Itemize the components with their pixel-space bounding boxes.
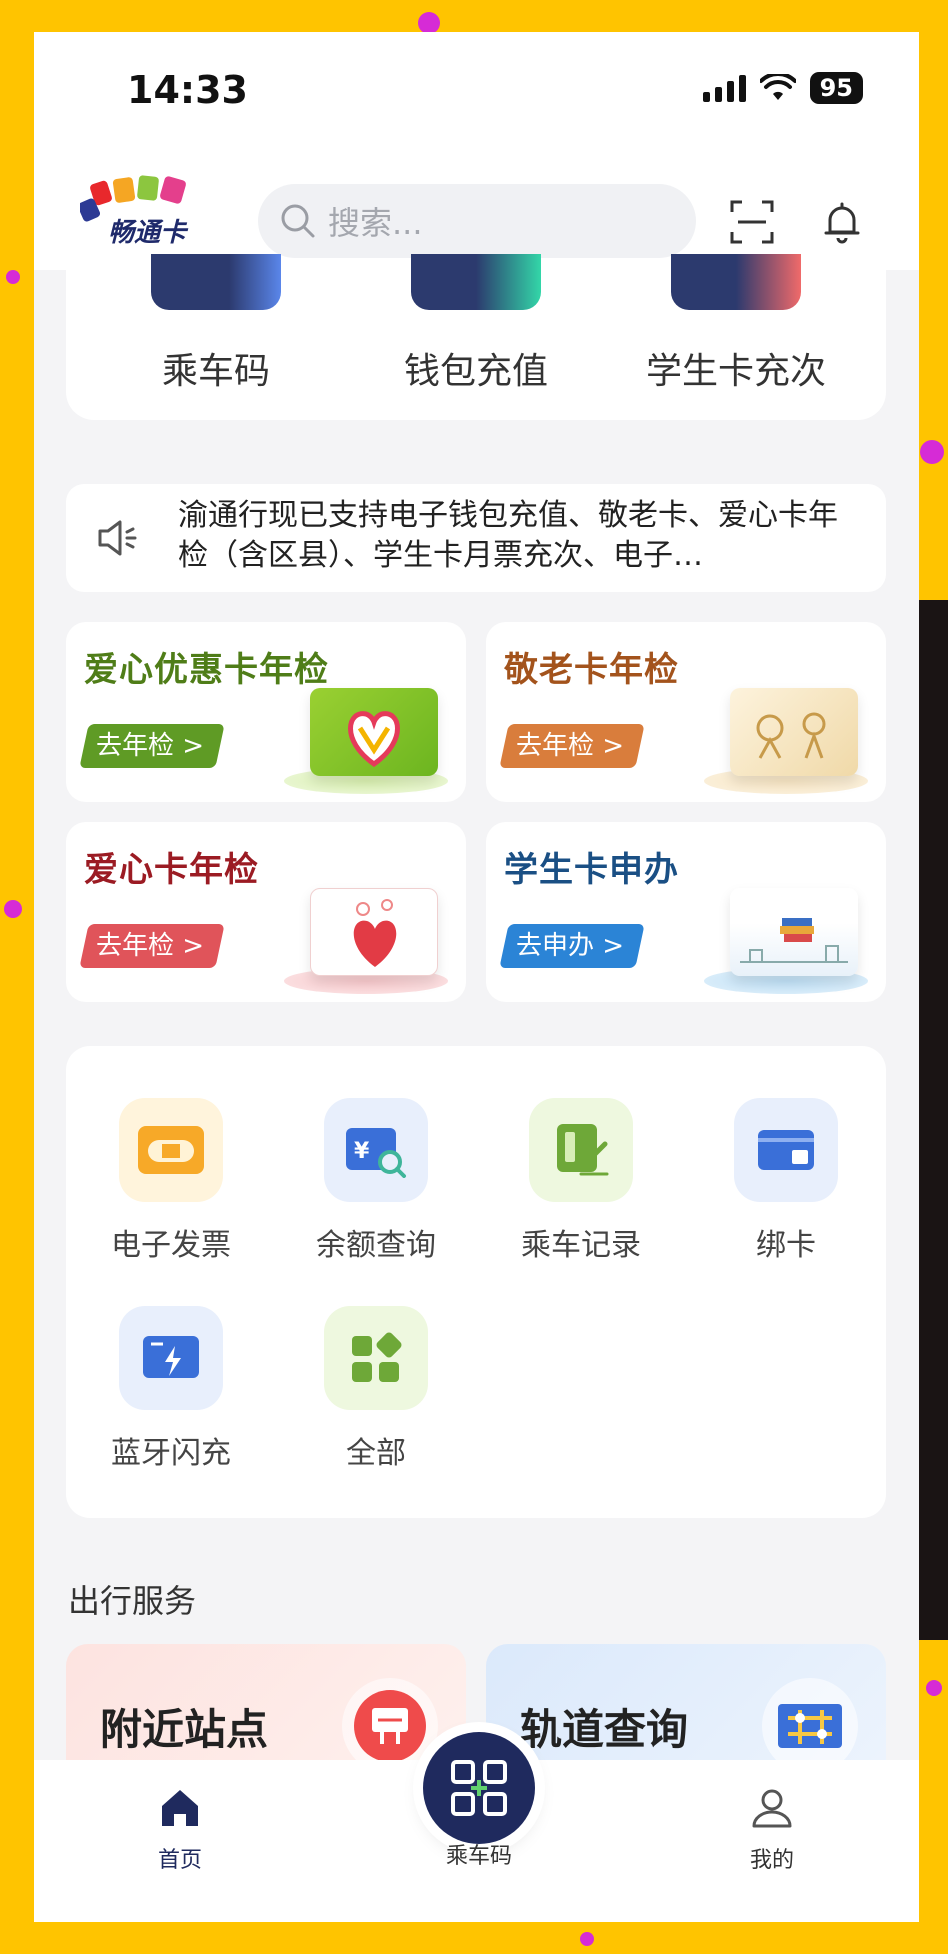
student-card-image [730, 888, 858, 976]
tab-label: 我的 [749, 1848, 794, 1873]
service-e-invoice[interactable]: 电子发票 [71, 1098, 271, 1264]
notice-text: 渝通行现已支持电子钱包充值、敬老卡、爱心卡年检（含区县）、学生卡月票充次、电子… [178, 498, 838, 573]
quick-action-label: 乘车码 [161, 351, 270, 392]
service-balance-query[interactable]: ¥ 余额查询 [276, 1098, 476, 1264]
background-dot [926, 1680, 942, 1696]
ride-code-fab-button[interactable] [423, 1732, 535, 1844]
service-all[interactable]: 全部 [276, 1306, 476, 1472]
background-dot [6, 270, 20, 284]
logo-text: 畅通卡 [108, 218, 187, 248]
cellular-signal-icon [702, 74, 746, 102]
services-grid: 电子发票 ¥ 余额查询 乘车记录 绑卡 蓝牙闪充 全部 [66, 1046, 886, 1518]
promo-love-card-annual-check[interactable]: 爱心卡年检 去年检 > [66, 822, 466, 1002]
promo-student-card-apply[interactable]: 学生卡申办 去申办 > [486, 822, 886, 1002]
tab-label: 首页 [157, 1848, 202, 1873]
promo-title: 爱心优惠卡年检 [84, 650, 329, 690]
service-label: 乘车记录 [521, 1228, 641, 1263]
promo-button-label: 去年检 > [96, 731, 205, 761]
senior-card-image [730, 688, 858, 776]
speaker-icon [98, 520, 137, 556]
status-bar: 14:33 95 [34, 32, 919, 162]
service-bind-card[interactable]: 绑卡 [686, 1098, 886, 1264]
service-bluetooth-charge[interactable]: 蓝牙闪充 [71, 1306, 271, 1472]
red-heart-icon [353, 899, 397, 967]
quick-actions-card: 乘车码 钱包充值 学生卡充次 [66, 254, 886, 420]
quick-action-label: 学生卡充次 [645, 351, 826, 392]
scan-icon[interactable] [730, 200, 774, 244]
promo-button-label: 去年检 > [96, 931, 205, 961]
service-label: 全部 [346, 1436, 406, 1471]
fab-label: 乘车码 [445, 1844, 512, 1869]
promo-title: 爱心卡年检 [84, 850, 259, 890]
service-label: 绑卡 [756, 1228, 816, 1263]
home-icon [162, 1790, 198, 1826]
search-icon [281, 204, 315, 238]
promo-title: 学生卡申办 [504, 850, 679, 890]
background-dot [920, 440, 944, 464]
status-icons: 95 [702, 72, 863, 104]
ride-code-thumbnail [151, 254, 281, 310]
promo-title: 敬老卡年检 [504, 650, 679, 690]
background-dot [4, 900, 22, 918]
search-placeholder: 搜索... [328, 204, 423, 242]
phone-screen: 14:33 95 畅通卡 搜索... 乘车码 钱包充值 学生卡充次 渝通行现已支… [34, 32, 919, 1922]
background-dot [418, 12, 440, 34]
promo-button[interactable]: 去年检 > [79, 724, 225, 768]
app-header: 畅通卡 搜索... [34, 150, 919, 270]
service-ride-record[interactable]: 乘车记录 [481, 1098, 681, 1264]
svg-text:¥: ¥ [354, 1139, 370, 1164]
promo-button[interactable]: 去年检 > [79, 924, 225, 968]
service-label: 蓝牙闪充 [111, 1436, 231, 1471]
status-time: 14:33 [127, 68, 248, 112]
app-logo[interactable]: 畅通卡 [77, 174, 200, 248]
invoice-icon [119, 1098, 223, 1202]
service-label: 余额查询 [316, 1228, 436, 1263]
wallet-thumbnail [411, 254, 541, 310]
quick-action-label: 钱包充值 [403, 351, 548, 392]
battery-indicator: 95 [809, 72, 863, 104]
ride-record-icon [529, 1098, 633, 1202]
promo-button-label: 去年检 > [516, 731, 625, 761]
background-photo-strip [918, 600, 948, 1640]
notice-bar[interactable]: 渝通行现已支持电子钱包充值、敬老卡、爱心卡年检（含区县）、学生卡月票充次、电子… [66, 484, 886, 592]
all-apps-icon [324, 1306, 428, 1410]
bell-icon[interactable] [824, 200, 860, 244]
travel-label: 轨道查询 [520, 1705, 689, 1754]
love-card-image [310, 688, 438, 776]
promo-senior-annual-check[interactable]: 敬老卡年检 去年检 > [486, 622, 886, 802]
promo-button[interactable]: 去申办 > [499, 924, 645, 968]
tab-home[interactable]: 首页 [110, 1786, 250, 1874]
search-input[interactable]: 搜索... [258, 184, 696, 258]
heart-icon [348, 711, 400, 768]
student-card-thumbnail [671, 254, 801, 310]
travel-label: 附近站点 [100, 1705, 269, 1754]
service-label: 电子发票 [111, 1228, 231, 1263]
senior-figure-icon [756, 712, 826, 759]
wifi-icon [759, 74, 796, 100]
tab-mine[interactable]: 我的 [702, 1786, 842, 1874]
balance-search-icon: ¥ [324, 1098, 428, 1202]
promo-love-discount-annual-check[interactable]: 爱心优惠卡年检 去年检 > [66, 622, 466, 802]
qr-code-icon [451, 1760, 507, 1816]
promo-button-label: 去申办 > [516, 931, 625, 961]
bluetooth-charge-icon [119, 1306, 223, 1410]
promo-button[interactable]: 去年检 > [499, 724, 645, 768]
background-dot [580, 1932, 594, 1946]
love-card-red-image [310, 888, 438, 976]
bind-card-icon [734, 1098, 838, 1202]
student-books-icon [740, 918, 848, 963]
section-title-travel: 出行服务 [68, 1582, 197, 1620]
user-icon [752, 1789, 792, 1828]
